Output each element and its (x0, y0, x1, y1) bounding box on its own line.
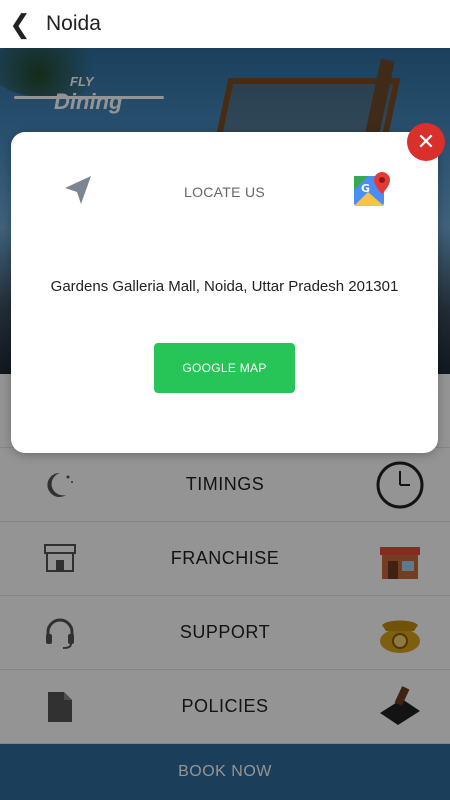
locate-us-dialog: LOCATE US G Gardens Galleria Mall, Noida… (11, 132, 438, 453)
google-map-button-label: GOOGLE MAP (182, 361, 267, 375)
page-title: Noida (46, 12, 101, 35)
top-bar: ❮ Noida (0, 0, 450, 48)
back-arrow-icon[interactable]: ❮ (4, 0, 36, 48)
close-icon[interactable]: ✕ (407, 123, 445, 161)
google-map-button[interactable]: GOOGLE MAP (154, 343, 295, 393)
address-text: Gardens Galleria Mall, Noida, Uttar Prad… (50, 278, 399, 295)
google-maps-icon[interactable]: G (352, 170, 392, 210)
svg-text:G: G (361, 182, 370, 195)
